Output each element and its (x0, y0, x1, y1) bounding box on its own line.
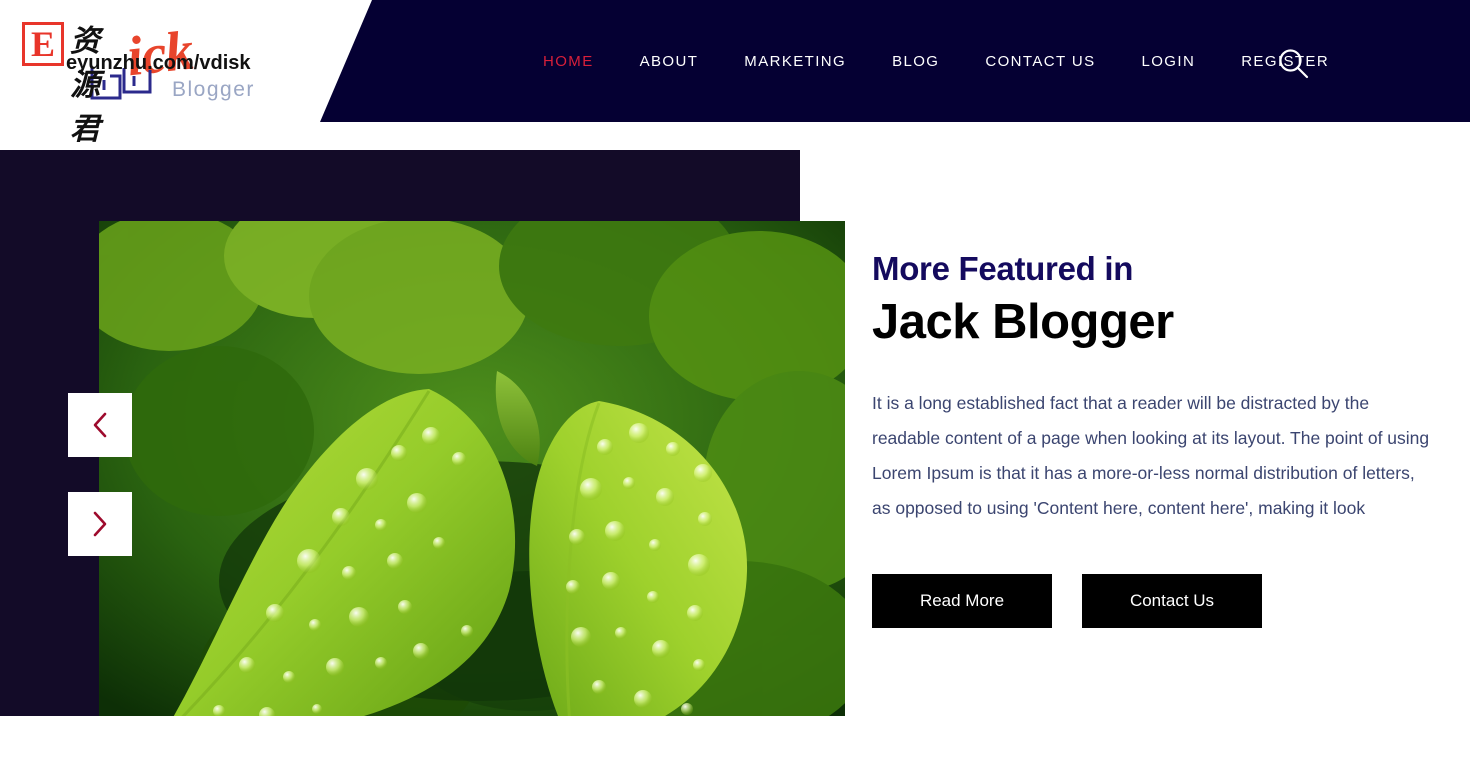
leaves-illustration (99, 221, 845, 716)
search-button[interactable] (1276, 46, 1310, 80)
contact-us-button[interactable]: Contact Us (1082, 574, 1262, 629)
page-root: ick Blogger E 资源君 eyunzhu.com/vdisk HOME… (0, 0, 1470, 780)
slider-prev-button[interactable] (68, 393, 132, 457)
hero-title: Jack Blogger (872, 294, 1174, 349)
logo-sub-text: Blogger (172, 78, 255, 101)
main-navigation: HOME ABOUT MARKETING BLOG CONTACT US LOG… (520, 0, 1352, 122)
watermark-url: eyunzhu.com/vdisk (66, 52, 251, 74)
nav-item-marketing[interactable]: MARKETING (721, 53, 869, 70)
site-header: ick Blogger E 资源君 eyunzhu.com/vdisk HOME… (0, 0, 1470, 147)
chevron-left-icon (93, 412, 107, 438)
hero-button-group: Read More Contact Us (872, 574, 1442, 629)
read-more-button[interactable]: Read More (872, 574, 1052, 629)
chevron-right-icon (93, 511, 107, 537)
hero-paragraph: It is a long established fact that a rea… (872, 393, 1430, 519)
watermark-cn-text: 资源君 (70, 24, 103, 147)
search-icon (1279, 49, 1309, 79)
watermark-badge: E (22, 22, 64, 66)
nav-item-home[interactable]: HOME (520, 53, 617, 70)
nav-item-login[interactable]: LOGIN (1119, 53, 1219, 70)
nav-item-contact-us[interactable]: CONTACT US (962, 53, 1118, 70)
nav-item-blog[interactable]: BLOG (869, 53, 962, 70)
hero-eyebrow: More Featured in (872, 250, 1134, 287)
hero-content: More Featured in Jack Blogger It is a lo… (872, 250, 1442, 629)
slider-next-button[interactable] (68, 492, 132, 556)
nav-item-about[interactable]: ABOUT (617, 53, 722, 70)
hero-slider-image (99, 221, 845, 716)
